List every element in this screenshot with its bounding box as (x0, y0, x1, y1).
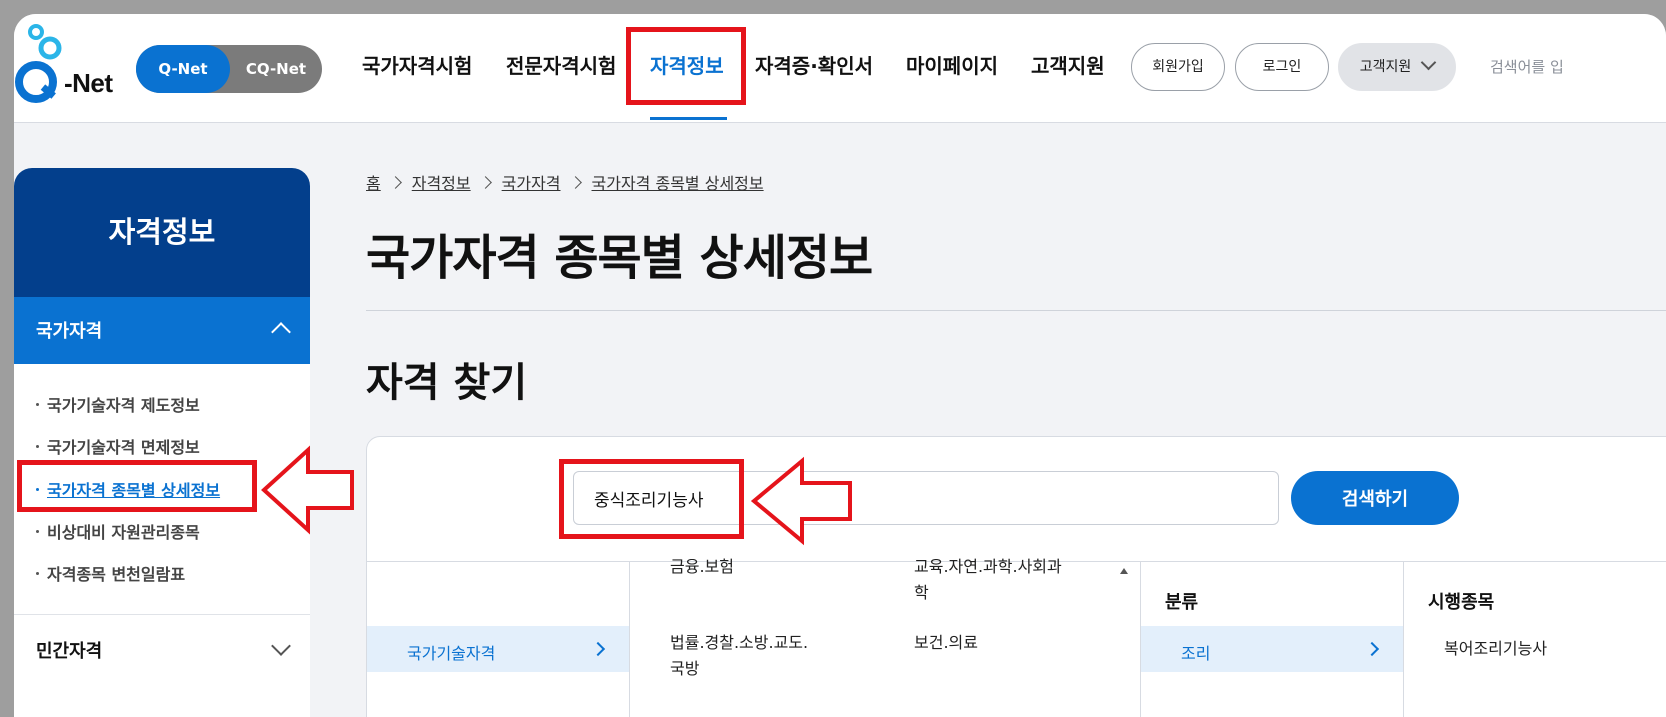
active-nav-underline (650, 117, 727, 120)
category-item-selected[interactable]: 국가기술자격 (367, 626, 629, 672)
breadcrumb-qualification-info[interactable]: 자격정보 (412, 174, 471, 193)
chevron-down-icon (271, 636, 291, 656)
annotation-box-search (559, 459, 744, 539)
qnet-logo[interactable]: -Net (14, 22, 126, 112)
sidebar-item-history[interactable]: 자격종목 변천일람표 (36, 561, 185, 585)
chevron-up-icon (271, 322, 291, 342)
chevron-down-icon (1420, 54, 1437, 71)
category-column-class: 분류 조리 (1141, 562, 1404, 717)
category-column-field: 금융.보험 교육.자연.과학.사회과 학 법률.경찰.소방.교도. 국방 보건.… (630, 557, 1141, 717)
nav-professional-exam[interactable]: 전문자격시험 (506, 52, 616, 80)
annotation-box-nav (626, 27, 746, 105)
bullet-icon (36, 445, 39, 448)
list-item[interactable]: 교육.자연.과학.사회과 (914, 554, 1062, 580)
sidebar-item-label: 국가기술자격 제도정보 (47, 396, 200, 415)
breadcrumb-national[interactable]: 국가자격 (502, 174, 561, 193)
sidebar-item-label: 비상대비 자원관리종목 (47, 523, 200, 542)
browser-viewport: -Net Q-Net CQ-Net 국가자격시험 전문자격시험 자격정보 자격증… (14, 14, 1666, 717)
chevron-right-icon (590, 641, 606, 657)
sidebar: 자격정보 국가자격 국가기술자격 제도정보 국가기술자격 면제정보 국가자격 종… (14, 168, 310, 717)
breadcrumb-home[interactable]: 홈 (366, 174, 381, 193)
sidebar-section-label: 국가자격 (36, 321, 103, 342)
list-item[interactable]: 복어조리기능사 (1444, 636, 1547, 662)
category-item-label: 국가기술자격 (407, 644, 496, 663)
nav-national-exam[interactable]: 국가자격시험 (362, 52, 472, 80)
bullet-icon (36, 403, 39, 406)
list-item[interactable]: 법률.경찰.소방.교도. (670, 630, 808, 656)
chevron-right-icon (1364, 641, 1380, 657)
toggle-cqnet[interactable]: CQ-Net (230, 45, 322, 93)
page-title: 국가자격 종목별 상세정보 (366, 230, 873, 286)
toggle-qnet[interactable]: Q-Net (136, 45, 230, 93)
list-item[interactable]: 보건.의료 (914, 630, 978, 656)
sidebar-section-private[interactable]: 민간자격 (36, 637, 102, 663)
qnet-cqnet-toggle[interactable]: Q-Net CQ-Net (136, 45, 322, 93)
sidebar-item-system-info[interactable]: 국가기술자격 제도정보 (36, 392, 200, 416)
support-dropdown-label: 고객지원 (1359, 59, 1412, 75)
header-search-input[interactable]: 검색어를 입 (1490, 56, 1564, 77)
logo-text: -Net (64, 68, 113, 98)
column-header: 시행종목 (1428, 592, 1495, 613)
list-item-wrap[interactable]: 국방 (670, 656, 699, 682)
list-item[interactable]: 금융.보험 (670, 554, 734, 580)
nav-customer-support[interactable]: 고객지원 (1031, 52, 1105, 80)
search-button[interactable]: 검색하기 (1291, 471, 1459, 525)
annotation-box-sidebar (17, 460, 257, 512)
sidebar-item-label: 자격종목 변천일람표 (47, 565, 186, 584)
category-item-label: 조리 (1181, 644, 1211, 663)
sidebar-item-label: 국가기술자격 면제정보 (47, 438, 200, 457)
nav-mypage[interactable]: 마이페이지 (906, 52, 998, 80)
scroll-up-arrow-icon[interactable] (1120, 568, 1128, 574)
nav-certificate[interactable]: 자격증·확인서 (755, 52, 873, 80)
breadcrumb: 홈 자격정보 국가자격 국가자격 종목별 상세정보 (366, 170, 764, 194)
annotation-arrow-left-icon (750, 456, 852, 546)
login-button[interactable]: 로그인 (1235, 43, 1329, 91)
list-item-wrap[interactable]: 학 (914, 580, 929, 606)
category-column-type: 국가기술자격 (367, 562, 630, 717)
signup-button[interactable]: 회원가입 (1131, 43, 1225, 91)
category-browser: 국가기술자격 금융.보험 교육.자연.과학.사회과 학 법률.경찰.소방.교도.… (367, 557, 1666, 717)
section-title: 자격 찾기 (366, 360, 528, 406)
sidebar-item-exemption-info[interactable]: 국가기술자격 면제정보 (36, 434, 200, 458)
annotation-arrow-left-icon (261, 445, 354, 535)
chevron-right-icon (478, 176, 492, 189)
breadcrumb-current[interactable]: 국가자격 종목별 상세정보 (592, 174, 764, 193)
support-dropdown[interactable]: 고객지원 (1338, 43, 1456, 91)
category-column-item: 시행종목 복어조리기능사 (1404, 562, 1666, 717)
bullet-icon (36, 572, 39, 575)
chevron-right-icon (388, 176, 402, 189)
category-item-selected[interactable]: 조리 (1141, 626, 1403, 672)
sidebar-item-emergency[interactable]: 비상대비 자원관리종목 (36, 519, 200, 543)
site-header: -Net Q-Net CQ-Net 국가자격시험 전문자격시험 자격정보 자격증… (14, 14, 1666, 123)
sidebar-title: 자격정보 (14, 168, 310, 297)
title-divider (366, 310, 1666, 311)
sidebar-section-national[interactable]: 국가자격 (14, 297, 310, 364)
chevron-right-icon (568, 176, 582, 189)
sidebar-divider (14, 614, 310, 615)
column-header: 분류 (1165, 592, 1199, 613)
bullet-icon (36, 530, 39, 533)
